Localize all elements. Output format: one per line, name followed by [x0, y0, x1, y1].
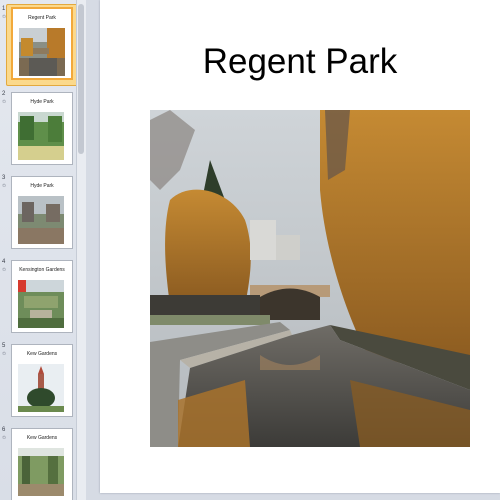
slide-preview[interactable]: Hyde Park	[11, 176, 73, 249]
garden-thumbnail-image	[18, 280, 64, 328]
animation-star-icon: ✩	[2, 14, 7, 20]
thumbnail-title: Hyde Park	[30, 99, 54, 105]
slide-thumbnail-2[interactable]: 2 ✩ Hyde Park	[0, 89, 76, 169]
slide-thumbnail-1[interactable]: 1 ✩ Regent Park	[0, 4, 78, 86]
thumbnail-scrollbar[interactable]	[76, 0, 86, 500]
thumbnail-title: Hyde Park	[30, 183, 54, 189]
animation-star-icon: ✩	[2, 99, 7, 105]
slide-preview[interactable]: Kensington Gardens	[11, 260, 73, 333]
current-slide[interactable]: Regent Park	[100, 0, 500, 493]
slide-number: 4	[2, 259, 6, 265]
slide-number: 3	[2, 175, 6, 181]
animation-star-icon: ✩	[2, 183, 7, 189]
thumbnail-title: Kensington Gardens	[19, 267, 65, 273]
animation-star-icon: ✩	[2, 435, 7, 441]
thumbnail-title: Regent Park	[28, 15, 56, 21]
thumbnail-title: Kew Gardens	[26, 435, 58, 441]
park-thumbnail-image	[18, 196, 64, 244]
thumbnail-title: Kew Gardens	[26, 351, 58, 357]
scrollbar-thumb[interactable]	[78, 4, 84, 154]
park-thumbnail-image	[18, 112, 64, 160]
slide-thumbnail-5[interactable]: 5 ✩ Kew Gardens	[0, 341, 76, 421]
canal-landscape-photo[interactable]	[150, 110, 470, 447]
slide-title[interactable]: Regent Park	[100, 42, 500, 82]
slide-preview[interactable]: Kew Gardens	[11, 428, 73, 500]
slide-preview[interactable]: Hyde Park	[11, 92, 73, 165]
slide-number: 6	[2, 427, 6, 433]
slide-number: 2	[2, 91, 6, 97]
canal-thumbnail-image	[19, 28, 65, 76]
slide-editing-area: Regent Park	[87, 0, 500, 500]
pagoda-thumbnail-image	[18, 364, 64, 412]
slide-number: 5	[2, 343, 6, 349]
animation-star-icon: ✩	[2, 267, 7, 273]
animation-star-icon: ✩	[2, 351, 7, 357]
garden-thumbnail-image	[18, 448, 64, 496]
slide-thumbnail-pane: 1 ✩ Regent Park 2 ✩ Hyde Park 3 ✩ Hyde P…	[0, 0, 86, 500]
slide-thumbnail-4[interactable]: 4 ✩ Kensington Gardens	[0, 257, 76, 337]
slide-preview[interactable]: Kew Gardens	[11, 344, 73, 417]
slide-number: 1	[2, 6, 6, 12]
slide-preview[interactable]: Regent Park	[11, 7, 73, 80]
slide-thumbnail-3[interactable]: 3 ✩ Hyde Park	[0, 173, 76, 253]
slide-thumbnail-6[interactable]: 6 ✩ Kew Gardens	[0, 425, 76, 500]
